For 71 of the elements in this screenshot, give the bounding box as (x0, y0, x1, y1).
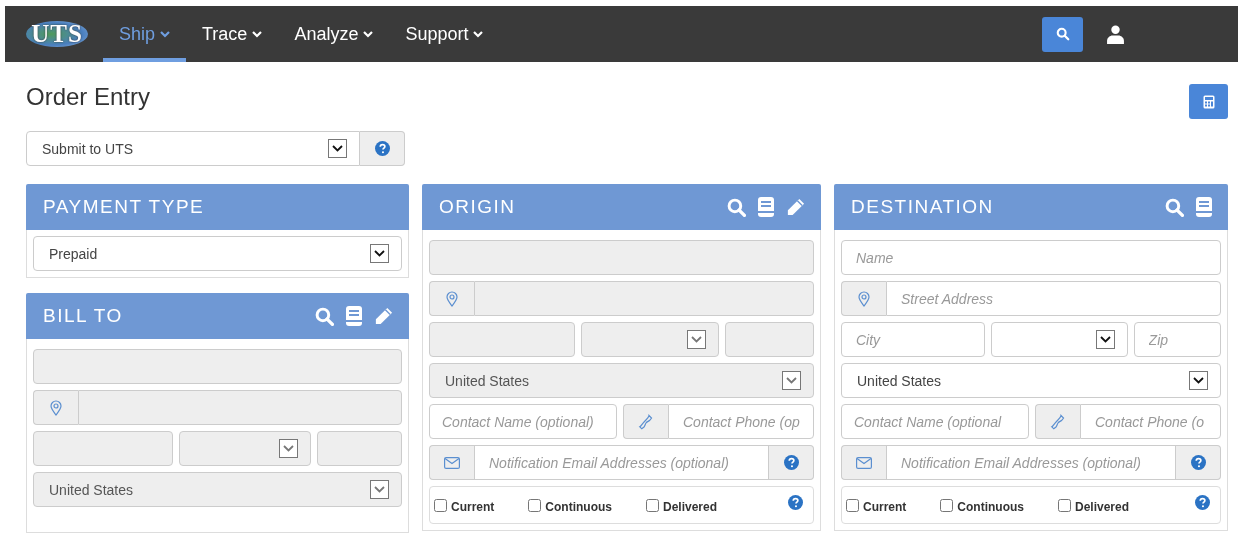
calculator-icon (1202, 94, 1215, 109)
caret-icon (252, 30, 263, 38)
search-icon[interactable] (1165, 197, 1184, 217)
help-icon[interactable] (1195, 494, 1210, 510)
book-icon[interactable] (1196, 197, 1212, 217)
calculator-button[interactable] (1189, 84, 1228, 119)
panel-title: BILL TO (43, 305, 123, 327)
caret-icon (1189, 371, 1208, 390)
checkbox-label: Current (863, 500, 907, 514)
name-field[interactable]: Name (841, 240, 1221, 275)
nav-menu-item[interactable]: Trace (186, 6, 279, 62)
help-icon[interactable] (374, 141, 390, 156)
envelope-icon (856, 456, 872, 469)
caret-icon (473, 30, 484, 38)
caret-icon (363, 30, 374, 38)
checkbox[interactable] (846, 498, 859, 512)
caret-icon (370, 480, 389, 499)
caret-icon (370, 244, 389, 263)
checkbox-label: Delivered (663, 500, 718, 514)
checkbox-label: Continuous (545, 500, 612, 514)
street-address-field[interactable]: Street Address (886, 281, 1221, 316)
checkbox[interactable] (528, 498, 542, 512)
checkbox-label: Delivered (1075, 500, 1130, 514)
caret-icon (782, 371, 801, 390)
caret-icon (1095, 330, 1115, 349)
state-select[interactable] (991, 322, 1128, 357)
envelope-icon (444, 456, 460, 469)
help-icon[interactable] (788, 494, 803, 510)
caret-icon (687, 330, 707, 349)
pencil-icon[interactable] (786, 197, 805, 217)
contact-name-field[interactable]: Contact Name (optional) (429, 404, 617, 439)
map-pin-icon (446, 290, 458, 307)
checkbox[interactable] (940, 498, 954, 512)
nav-menu-item[interactable]: Analyze (278, 6, 390, 62)
user-icon[interactable] (1107, 24, 1124, 44)
search-icon (1055, 27, 1070, 41)
payment-type-select[interactable]: Prepaid (33, 236, 402, 271)
checkbox[interactable] (434, 498, 447, 512)
nav-menu-item[interactable]: Support (389, 6, 500, 62)
checkbox-label: Continuous (957, 500, 1024, 514)
contact-name-field[interactable]: Contact Name (optional (841, 404, 1029, 439)
country-select[interactable]: United States (841, 363, 1221, 398)
contact-phone-field[interactable]: Contact Phone (o (1080, 404, 1221, 439)
search-icon[interactable] (727, 197, 746, 217)
submit-select[interactable]: Submit to UTS (26, 131, 360, 166)
checkbox-label: Current (451, 500, 495, 514)
page-title: Order Entry (26, 84, 151, 110)
panel-title: DESTINATION (851, 196, 994, 218)
caret-icon (160, 30, 171, 38)
notification-email-field[interactable]: Notification Email Addresses (optional) (886, 445, 1176, 480)
book-icon[interactable] (346, 306, 362, 326)
checkbox[interactable] (646, 498, 659, 512)
zip-field[interactable]: Zip (1133, 322, 1221, 357)
city-field[interactable]: City (841, 322, 986, 357)
book-icon[interactable] (758, 197, 774, 217)
help-icon[interactable] (783, 455, 799, 470)
notification-email-field[interactable]: Notification Email Addresses (optional) (474, 445, 769, 480)
panel-title: ORIGIN (439, 196, 516, 218)
caret-icon (328, 139, 347, 158)
contact-phone-field[interactable]: Contact Phone (op (668, 404, 814, 439)
map-pin-icon (858, 290, 870, 307)
help-icon[interactable] (1190, 455, 1206, 470)
map-pin-icon (50, 399, 62, 416)
checkbox[interactable] (1058, 498, 1071, 512)
search-icon[interactable] (315, 306, 334, 326)
nav-menu-item[interactable]: Ship (103, 6, 187, 62)
logo[interactable]: UTS (26, 21, 88, 47)
search-button[interactable] (1042, 16, 1083, 52)
caret-icon (279, 439, 299, 458)
pencil-icon[interactable] (374, 306, 393, 326)
panel-title: PAYMENT TYPE (43, 196, 205, 218)
